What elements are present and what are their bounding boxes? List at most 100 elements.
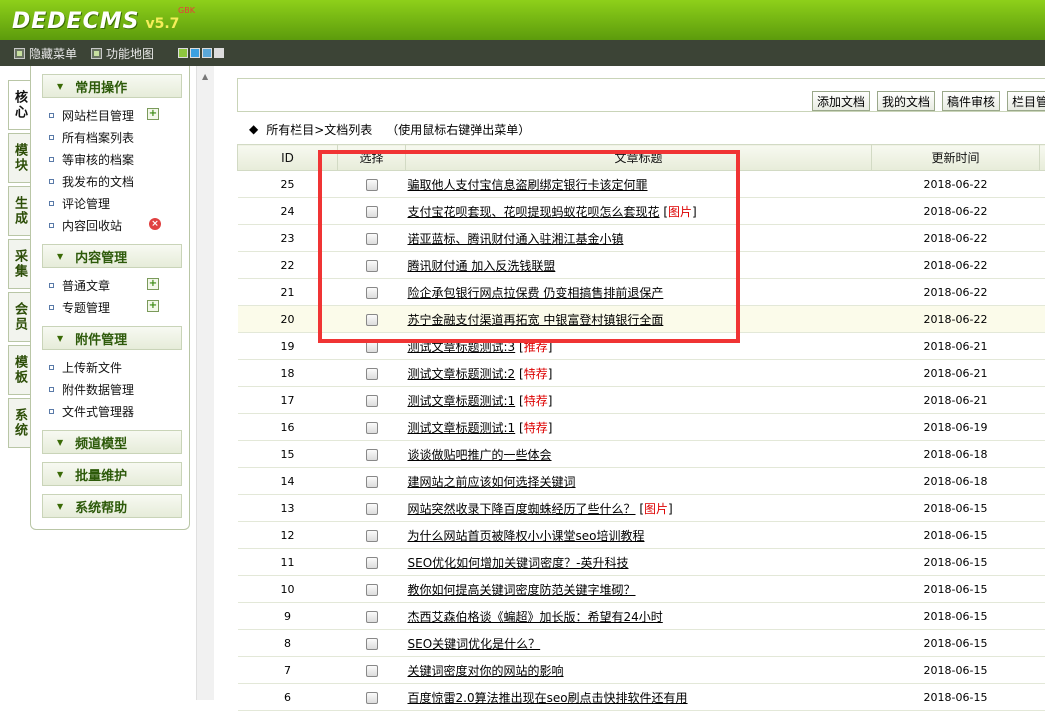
row-checkbox[interactable] bbox=[366, 206, 378, 218]
vtab-1[interactable]: 模块 bbox=[8, 133, 30, 183]
row-id: 18 bbox=[238, 360, 338, 387]
row-title-link[interactable]: 关键词密度对你的网站的影响 bbox=[408, 664, 564, 678]
logo-charset: GBK bbox=[178, 6, 195, 15]
row-checkbox[interactable] bbox=[366, 395, 378, 407]
theme-swatch-0[interactable] bbox=[178, 48, 188, 58]
row-title-link[interactable]: 险企承包银行网点拉保费 仍变相搞售排前退保产 bbox=[408, 286, 664, 300]
row-time: 2018-06-15 bbox=[872, 684, 1040, 711]
vtab-2[interactable]: 生成 bbox=[8, 186, 30, 236]
row-title-link[interactable]: 教你如何提高关键词密度防范关键字堆砌？ bbox=[408, 583, 636, 597]
row-title-link[interactable]: SEO关键词优化是什么？ bbox=[408, 637, 541, 651]
menu-item[interactable]: 评论管理 bbox=[49, 192, 189, 214]
menu-group-2[interactable]: ▼附件管理 bbox=[42, 326, 182, 350]
row-checkbox[interactable] bbox=[366, 179, 378, 191]
row-checkbox[interactable] bbox=[366, 422, 378, 434]
row-id: 9 bbox=[238, 603, 338, 630]
menu-group-3[interactable]: ▼频道模型 bbox=[42, 430, 182, 454]
row-select-cell bbox=[338, 414, 406, 441]
add-icon[interactable]: + bbox=[147, 278, 159, 290]
delete-icon[interactable]: × bbox=[149, 218, 161, 230]
add-icon[interactable]: + bbox=[147, 300, 159, 312]
row-checkbox[interactable] bbox=[366, 638, 378, 650]
row-title-link[interactable]: 测试文章标题测试:2 bbox=[408, 367, 516, 381]
row-title-link[interactable]: 谈谈做贴吧推广的一些体会 bbox=[408, 448, 552, 462]
menu-item[interactable]: 网站栏目管理+ bbox=[49, 104, 189, 126]
row-title-link[interactable]: 苏宁金融支付渠道再拓宽 中银富登村镇银行全面 bbox=[408, 313, 664, 327]
row-checkbox[interactable] bbox=[366, 233, 378, 245]
row-id: 22 bbox=[238, 252, 338, 279]
row-checkbox[interactable] bbox=[366, 530, 378, 542]
row-checkbox[interactable] bbox=[366, 368, 378, 380]
col-header-title: 文章标题 bbox=[406, 145, 872, 171]
menu-group-items: 上传新文件附件数据管理文件式管理器 bbox=[31, 350, 189, 422]
row-title-link[interactable]: 测试文章标题测试:1 bbox=[408, 421, 516, 435]
row-time: 2018-06-22 bbox=[872, 252, 1040, 279]
row-checkbox[interactable] bbox=[366, 557, 378, 569]
row-time: 2018-06-21 bbox=[872, 387, 1040, 414]
menu-item[interactable]: 文件式管理器 bbox=[49, 400, 189, 422]
add-icon[interactable]: + bbox=[147, 108, 159, 120]
row-extra bbox=[1040, 630, 1045, 657]
row-checkbox[interactable] bbox=[366, 287, 378, 299]
theme-swatch-3[interactable] bbox=[214, 48, 224, 58]
table-row: 15谈谈做贴吧推广的一些体会2018-06-18 bbox=[238, 441, 1045, 468]
my-documents-button[interactable]: 我的文档 bbox=[877, 91, 935, 111]
row-checkbox[interactable] bbox=[366, 692, 378, 704]
row-title-link[interactable]: 腾讯财付通 加入反洗钱联盟 bbox=[408, 259, 556, 273]
scroll-up-icon[interactable]: ▲ bbox=[202, 72, 208, 81]
row-extra bbox=[1040, 522, 1045, 549]
row-checkbox[interactable] bbox=[366, 665, 378, 677]
row-checkbox[interactable] bbox=[366, 611, 378, 623]
row-title-link[interactable]: SEO优化如何增加关键词密度？-英升科技 bbox=[408, 556, 629, 570]
row-title-link[interactable]: 支付宝花呗套现、花呗提现蚂蚁花呗怎么套现花 bbox=[408, 205, 660, 219]
vtab-3[interactable]: 采集 bbox=[8, 239, 30, 289]
column-manage-button[interactable]: 栏目管 bbox=[1007, 91, 1045, 111]
row-title-link[interactable]: 测试文章标题测试:3 bbox=[408, 340, 516, 354]
row-title-link[interactable]: 杰西艾森伯格谈《蝙超》加长版：希望有24小时 bbox=[408, 610, 663, 624]
row-id: 12 bbox=[238, 522, 338, 549]
menu-item[interactable]: 等审核的档案 bbox=[49, 148, 189, 170]
menu-item[interactable]: 上传新文件 bbox=[49, 356, 189, 378]
side-scrollbar[interactable]: ▲ bbox=[196, 66, 214, 700]
row-title-link[interactable]: 测试文章标题测试:1 bbox=[408, 394, 516, 408]
row-select-cell bbox=[338, 549, 406, 576]
menu-group-5[interactable]: ▼系统帮助 bbox=[42, 494, 182, 518]
row-checkbox[interactable] bbox=[366, 503, 378, 515]
row-checkbox[interactable] bbox=[366, 476, 378, 488]
row-checkbox[interactable] bbox=[366, 341, 378, 353]
row-title-link[interactable]: 骗取他人支付宝信息盗刷绑定银行卡该定何罪 bbox=[408, 178, 648, 192]
row-title-link[interactable]: 百度惊雷2.0算法推出现在seo刷点击快排软件还有用 bbox=[408, 691, 688, 705]
row-title-link[interactable]: 网站突然收录下降百度蜘蛛经历了些什么？ bbox=[408, 502, 636, 516]
menu-group-4[interactable]: ▼批量维护 bbox=[42, 462, 182, 486]
menu-group-0[interactable]: ▼常用操作 bbox=[42, 74, 182, 98]
menu-item[interactable]: 普通文章+ bbox=[49, 274, 189, 296]
row-title-link[interactable]: 为什么网站首页被降权小小课堂seo培训教程 bbox=[408, 529, 645, 543]
table-row: 6 百度惊雷2.0算法推出现在seo刷点击快排软件还有用 2018-06-15 bbox=[238, 684, 1045, 711]
vtab-5[interactable]: 模板 bbox=[8, 345, 30, 395]
theme-swatch-2[interactable] bbox=[202, 48, 212, 58]
menu-item[interactable]: 内容回收站× bbox=[49, 214, 189, 236]
function-map-button[interactable]: 功能地图 bbox=[91, 45, 154, 62]
menu-group-1[interactable]: ▼内容管理 bbox=[42, 244, 182, 268]
review-button[interactable]: 稿件审核 bbox=[942, 91, 1000, 111]
hide-menu-button[interactable]: 隐藏菜单 bbox=[14, 45, 77, 62]
row-checkbox[interactable] bbox=[366, 584, 378, 596]
menu-item[interactable]: 我发布的文档 bbox=[49, 170, 189, 192]
menu-item[interactable]: 附件数据管理 bbox=[49, 378, 189, 400]
theme-swatch-1[interactable] bbox=[190, 48, 200, 58]
vtab-6[interactable]: 系统 bbox=[8, 398, 30, 448]
row-id: 6 bbox=[238, 684, 338, 711]
row-title-link[interactable]: 诺亚蓝标、腾讯财付通入驻湘江基金小镇 bbox=[408, 232, 624, 246]
menu-item-label: 评论管理 bbox=[62, 195, 110, 212]
row-time: 2018-06-22 bbox=[872, 171, 1040, 198]
row-checkbox[interactable] bbox=[366, 449, 378, 461]
menu-item-label: 等审核的档案 bbox=[62, 151, 134, 168]
vtab-0[interactable]: 核心 bbox=[8, 80, 30, 130]
row-title-link[interactable]: 建网站之前应该如何选择关键词 bbox=[408, 475, 576, 489]
menu-item[interactable]: 所有档案列表 bbox=[49, 126, 189, 148]
menu-item[interactable]: 专题管理+ bbox=[49, 296, 189, 318]
row-checkbox[interactable] bbox=[366, 260, 378, 272]
row-checkbox[interactable] bbox=[366, 314, 378, 326]
vtab-4[interactable]: 会员 bbox=[8, 292, 30, 342]
add-document-button[interactable]: 添加文档 bbox=[812, 91, 870, 111]
